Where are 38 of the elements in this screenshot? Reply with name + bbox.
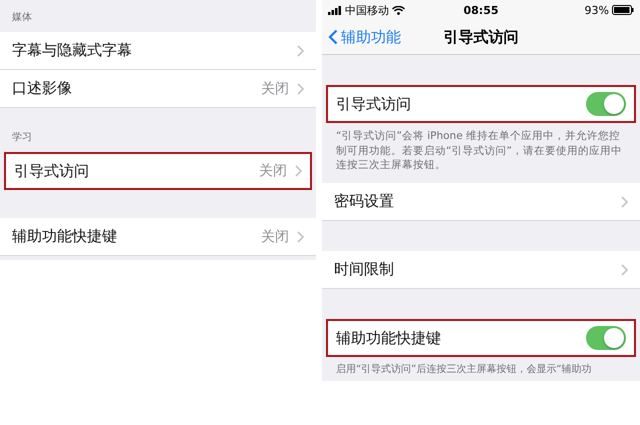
chevron-icon: [297, 82, 304, 94]
row-label: 引导式访问: [14, 162, 90, 180]
row-label: 时间限制: [334, 260, 395, 280]
chevron-icon: [621, 264, 628, 276]
chevron-icon: [297, 230, 304, 242]
battery-percent: 93%: [584, 4, 609, 16]
battery-icon: [612, 5, 634, 15]
signal-icon: [328, 6, 342, 14]
back-button[interactable]: 辅助功能: [322, 28, 407, 46]
row-value: 关闭: [261, 80, 289, 98]
chevron-icon: [297, 44, 304, 56]
row-label: 口述影像: [12, 79, 73, 98]
row-value: 关闭: [259, 162, 287, 180]
settings-row[interactable]: 辅助功能快捷键 关闭: [0, 218, 316, 256]
status-time: 08:55: [463, 4, 498, 16]
wifi-icon: [392, 6, 405, 14]
chevron-icon: [295, 165, 302, 177]
row-label: 辅助功能快捷键: [12, 227, 118, 246]
row-label: 密码设置: [334, 192, 395, 212]
settings-row[interactable]: 时间限制: [322, 251, 640, 290]
chevron-icon: [621, 196, 628, 208]
row-label: 引导式访问: [336, 94, 412, 114]
settings-row[interactable]: 字幕与隐藏式字幕: [0, 32, 316, 70]
footer-note: “引导式访问”会将 iPhone 维持在单个应用中，并允许您控制可用功能。若要启动“引导式访问”，请在要使用的应用中连按三次主屏幕按钮。: [336, 130, 622, 172]
settings-row[interactable]: 引导式访问 关闭: [4, 152, 312, 190]
footer-note: 启用“引导式访问”后连按三次主屏幕按钮，会显示“辅助功: [336, 364, 592, 376]
carrier-name: 中国移动: [345, 2, 389, 18]
section-header: 媒体: [12, 11, 32, 24]
row-value: 关闭: [261, 228, 289, 246]
section-header: 学习: [12, 131, 32, 144]
back-chevron-icon: [328, 29, 338, 45]
settings-row[interactable]: 密码设置: [322, 183, 640, 222]
toggle-switch[interactable]: [586, 92, 626, 116]
toggle-switch[interactable]: [586, 326, 626, 350]
row-label: 辅助功能快捷键: [336, 328, 442, 348]
row-label: 字幕与隐藏式字幕: [12, 41, 133, 60]
nav-title: 引导式访问: [444, 28, 518, 46]
settings-row[interactable]: 口述影像 关闭: [0, 70, 316, 108]
